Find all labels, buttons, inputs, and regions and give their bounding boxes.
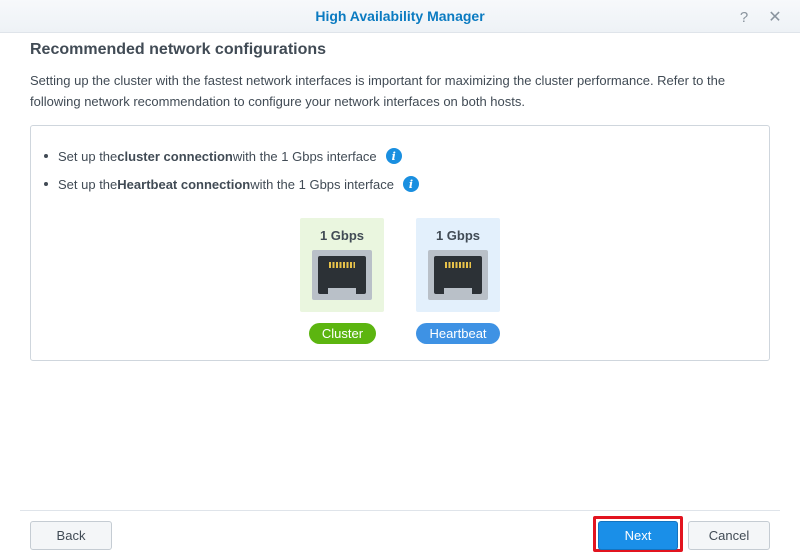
page-heading: Recommended network configurations bbox=[30, 41, 327, 58]
bullet-suffix: with the 1 Gbps interface bbox=[250, 176, 395, 192]
bullet-suffix: with the 1 Gbps interface bbox=[232, 148, 377, 164]
next-button[interactable]: Next bbox=[598, 521, 678, 550]
bullet-cluster-connection: Set up the cluster connection with the 1… bbox=[40, 148, 402, 164]
bullet-bold: cluster connection bbox=[117, 148, 233, 164]
ethernet-port-icon bbox=[312, 250, 372, 300]
bullet-bold: Heartbeat connection bbox=[117, 176, 251, 192]
window-title: High Availability Manager bbox=[315, 8, 485, 24]
info-icon[interactable]: i bbox=[385, 148, 402, 164]
close-icon[interactable]: ✕ bbox=[764, 6, 786, 28]
cancel-button[interactable]: Cancel bbox=[688, 521, 770, 550]
window-titlebar: High Availability Manager ? ✕ bbox=[0, 0, 800, 33]
port-speed: 1 Gbps bbox=[435, 228, 481, 243]
bullet-dot bbox=[44, 154, 48, 158]
heartbeat-port-card: 1 Gbps bbox=[416, 218, 500, 312]
info-icon[interactable]: i bbox=[403, 176, 420, 192]
bullet-prefix: Set up the bbox=[58, 176, 118, 192]
page-description: Setting up the cluster with the fastest … bbox=[30, 73, 726, 109]
ethernet-port-icon bbox=[428, 250, 488, 300]
help-icon[interactable]: ? bbox=[733, 6, 755, 28]
cluster-port-card: 1 Gbps bbox=[300, 218, 384, 312]
back-button[interactable]: Back bbox=[30, 521, 112, 550]
cluster-badge: Cluster bbox=[309, 323, 376, 344]
heartbeat-badge: Heartbeat bbox=[416, 323, 500, 344]
bullet-prefix: Set up the bbox=[58, 148, 118, 164]
bullet-heartbeat-connection: Set up the Heartbeat connection with the… bbox=[40, 176, 420, 192]
bullet-dot bbox=[44, 182, 48, 186]
footer-divider bbox=[20, 510, 780, 511]
port-speed: 1 Gbps bbox=[319, 228, 365, 243]
